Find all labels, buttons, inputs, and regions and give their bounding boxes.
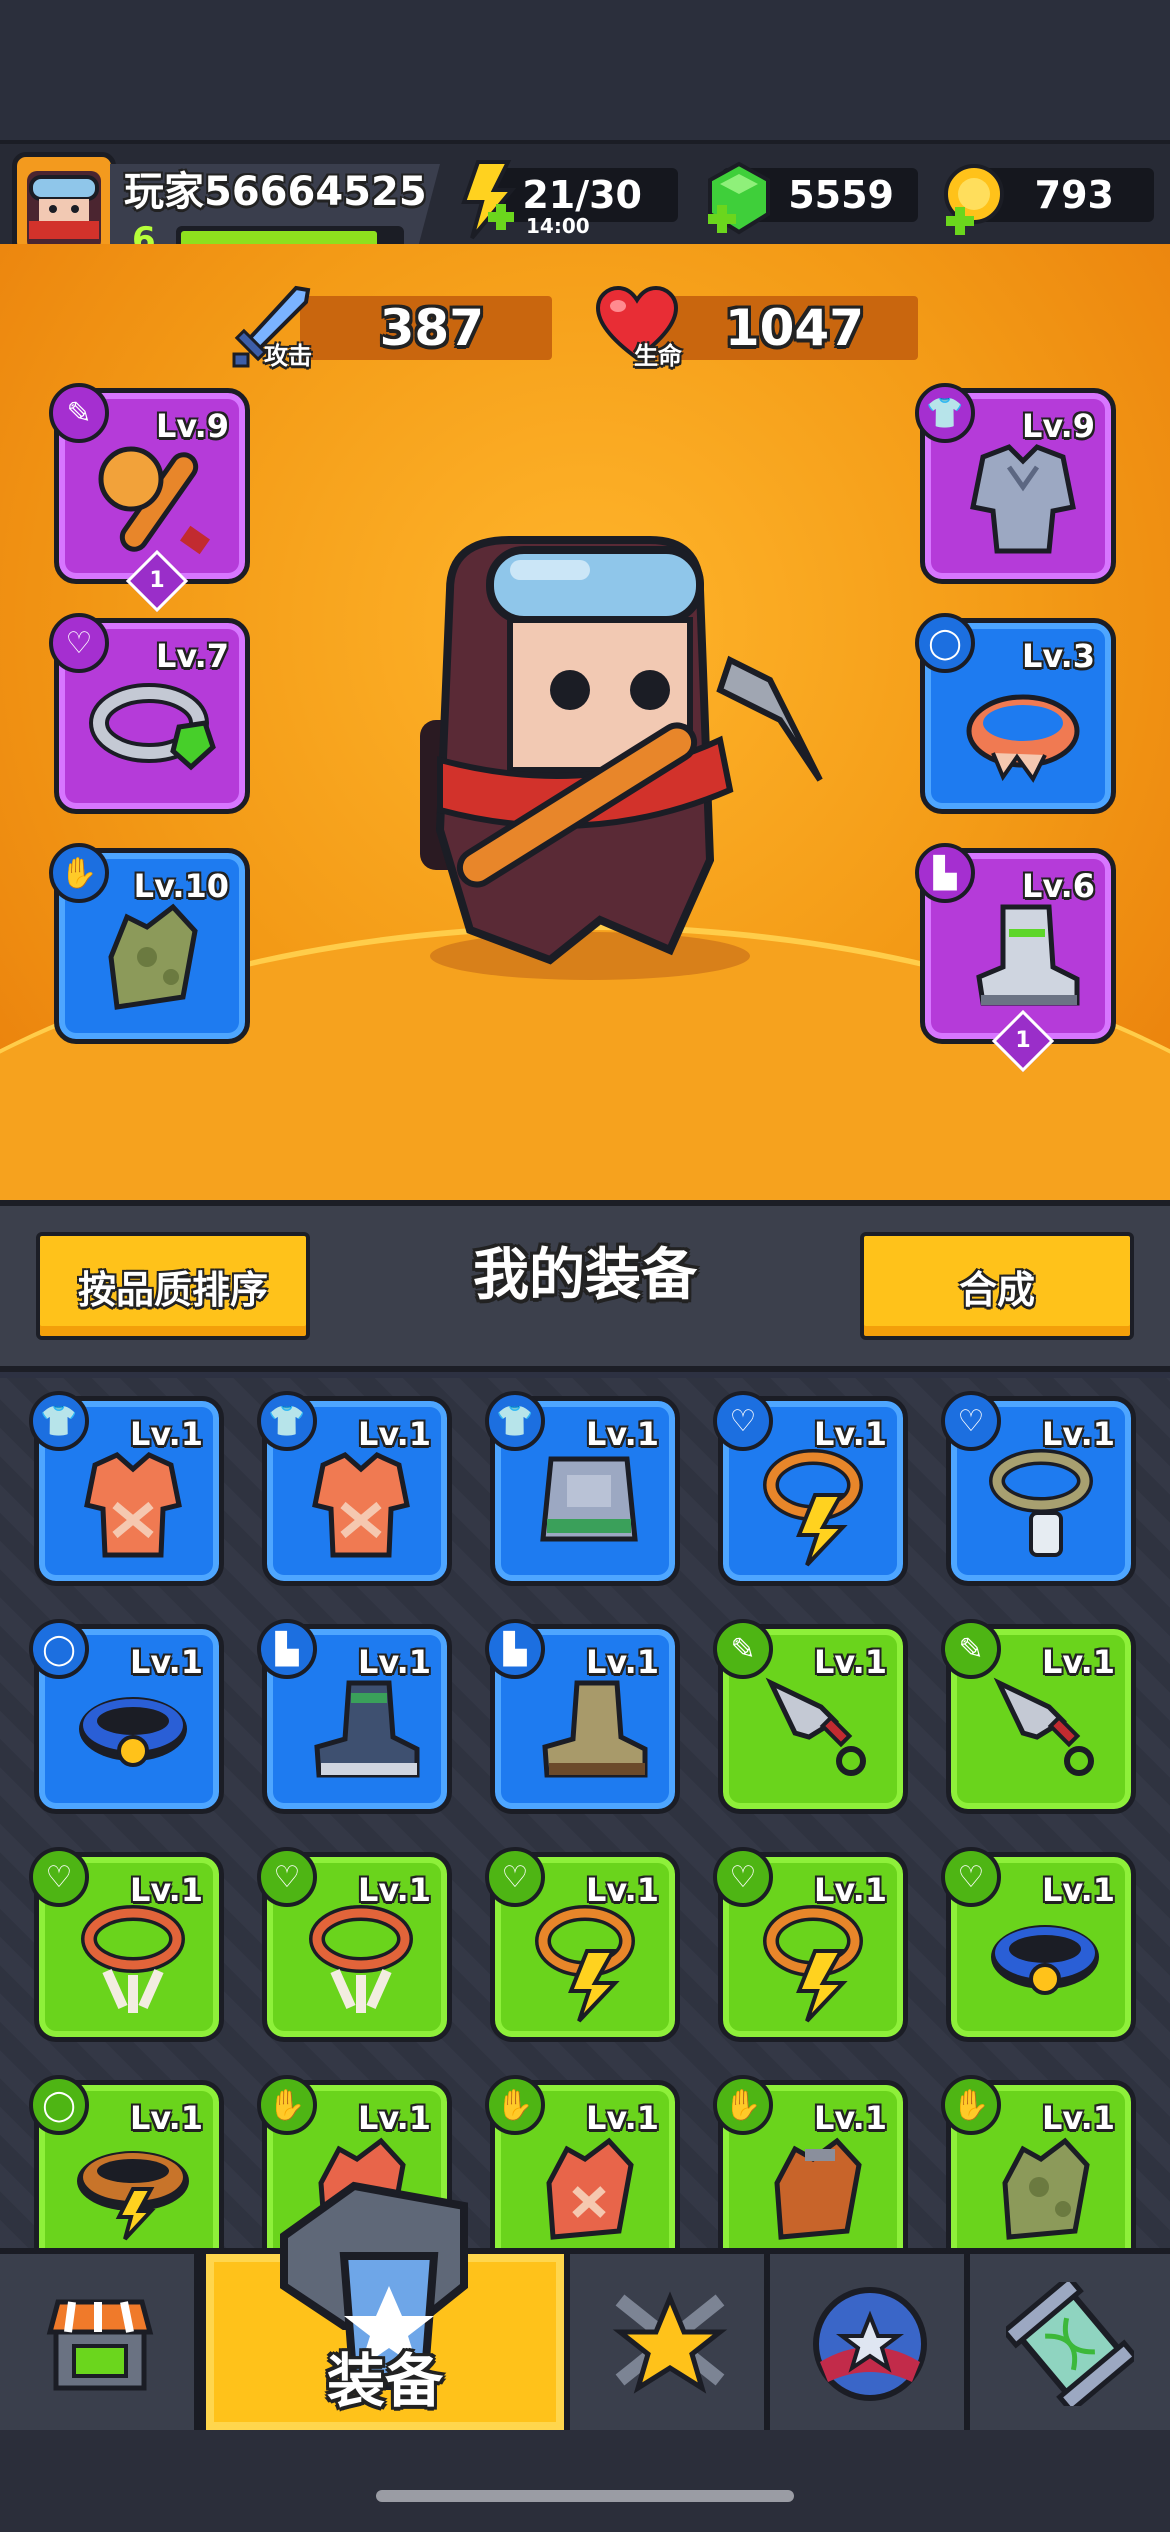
- emerald-ring-icon: [89, 683, 216, 771]
- equipped-necklace-slot[interactable]: ♡ Lv.7: [49, 613, 250, 814]
- evolve-icon: [1006, 2282, 1134, 2406]
- merge-button[interactable]: 合成: [860, 1232, 1134, 1340]
- lightning-necklace-icon: [535, 1905, 635, 2023]
- inventory-item[interactable]: ✎ Lv.1: [713, 1619, 908, 1814]
- camo-glove-icon: [1002, 2137, 1090, 2240]
- player-name: 玩家56664525: [124, 169, 427, 215]
- attack-label: 攻击: [264, 342, 312, 370]
- status-bar-area: [0, 0, 1170, 140]
- inventory-item[interactable]: ▙ Lv.1: [257, 1619, 452, 1814]
- player-avatar[interactable]: [12, 152, 116, 256]
- green-gem-icon: [708, 161, 770, 235]
- inventory-item[interactable]: 👕 Lv.1: [257, 1391, 452, 1586]
- equipped-armor-slot[interactable]: 👕 Lv.9: [915, 383, 1116, 584]
- inventory-item[interactable]: ♡ Lv.1: [485, 1847, 680, 2042]
- spiked-bat-icon: [98, 446, 210, 555]
- energy-timer: 14:00: [526, 214, 590, 238]
- inventory-item[interactable]: 👕 Lv.1: [29, 1391, 224, 1586]
- inventory-item[interactable]: ♡ Lv.1: [941, 1391, 1136, 1586]
- red-glove-icon: [546, 2137, 634, 2240]
- equipped-gloves-slot[interactable]: ✋ Lv.10: [49, 843, 250, 1044]
- attack-value: 387: [379, 299, 484, 357]
- hp-label: 生命: [634, 342, 682, 370]
- ninja-avatar-icon: [27, 171, 101, 251]
- inventory-item[interactable]: ♡ Lv.1: [713, 1391, 908, 1586]
- bandage-belt-icon: [966, 694, 1080, 783]
- leather-boots-icon: [542, 1680, 648, 1778]
- red-vest-icon: [84, 1452, 182, 1558]
- equipped-belt-slot[interactable]: ◯ Lv.3: [915, 613, 1116, 814]
- inventory-item[interactable]: ✋ Lv.1: [485, 2075, 680, 2270]
- talent-icon: [813, 2287, 927, 2401]
- brown-glove-icon: [774, 2137, 862, 2240]
- bone-necklace-icon: [81, 1905, 185, 2013]
- inventory-item[interactable]: ✋ Lv.1: [713, 2075, 908, 2270]
- attack-stat: 387: [300, 296, 552, 360]
- inventory-item[interactable]: ♡ Lv.1: [941, 1847, 1136, 2042]
- red-vest-icon: [312, 1452, 410, 1558]
- shop-icon: [46, 2299, 154, 2391]
- blue-belt-icon: [79, 1697, 187, 1767]
- battle-icon: [612, 2291, 728, 2394]
- steel-armor-icon: [970, 444, 1076, 554]
- inventory-item[interactable]: ▙ Lv.1: [485, 1619, 680, 1814]
- lightning-necklace-icon: [763, 1905, 863, 2023]
- camo-glove-icon: [108, 903, 198, 1010]
- bone-necklace-icon: [309, 1905, 413, 2013]
- gem-value: 5559: [788, 173, 894, 217]
- equipped-boots-slot[interactable]: ▙ Lv.6 1: [915, 843, 1116, 1073]
- nav-tab-evolve[interactable]: [970, 2254, 1170, 2430]
- steel-vest-icon: [540, 1456, 638, 1542]
- steel-boots-icon: [314, 1680, 420, 1778]
- inventory-item[interactable]: ♡ Lv.1: [713, 1847, 908, 2042]
- gold-coin-icon: [944, 164, 1004, 235]
- dogtag-necklace-icon: [989, 1449, 1093, 1557]
- home-indicator-area: [0, 2430, 1170, 2532]
- coin-value: 793: [1034, 173, 1114, 217]
- nav-tab-shop[interactable]: [0, 2254, 200, 2430]
- steel-boot-icon: [976, 904, 1080, 1006]
- nav-tab-battle[interactable]: [570, 2254, 770, 2430]
- inventory-item[interactable]: ♡ Lv.1: [29, 1847, 224, 2042]
- kunai-icon: [993, 1677, 1094, 1776]
- lightning-necklace-icon: [763, 1449, 863, 1567]
- nav-tab-talent[interactable]: [770, 2254, 970, 2430]
- inventory-item[interactable]: ✎ Lv.1: [941, 1619, 1136, 1814]
- inventory-item[interactable]: 👕 Lv.1: [485, 1391, 680, 1586]
- inventory-item[interactable]: ♡ Lv.1: [257, 1847, 452, 2042]
- home-indicator[interactable]: [376, 2490, 794, 2502]
- blue-belt-icon: [991, 1925, 1099, 1995]
- energy-bolt-icon: [461, 160, 517, 240]
- nav-equipment-label: 装备: [326, 2347, 443, 2415]
- hero-character: [420, 536, 823, 980]
- inventory-item[interactable]: ◯ Lv.1: [29, 2075, 224, 2270]
- lightning-belt-icon: [77, 2151, 189, 2241]
- hp-value: 1047: [724, 299, 864, 357]
- inventory-item[interactable]: ◯ Lv.1: [29, 1619, 224, 1814]
- kunai-icon: [765, 1677, 866, 1776]
- inventory-item[interactable]: ✋ Lv.1: [941, 2075, 1136, 2270]
- equipped-weapon-slot[interactable]: ✎ Lv.9 1: [49, 383, 250, 613]
